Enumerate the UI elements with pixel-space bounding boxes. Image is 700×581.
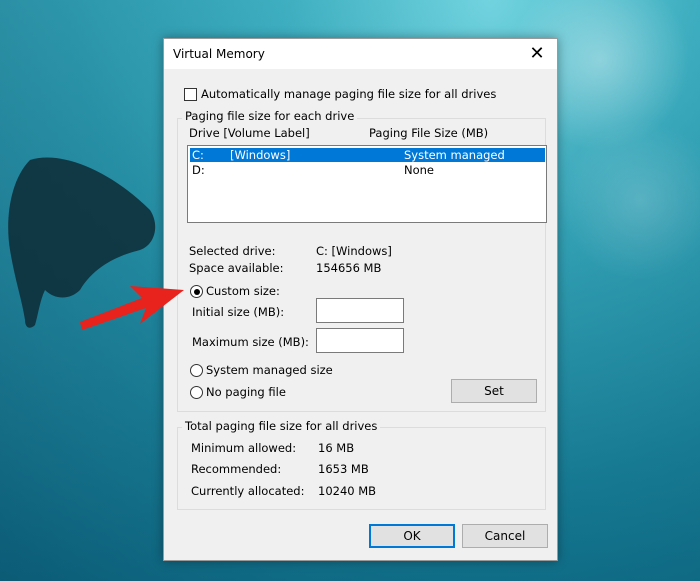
- title-bar: Virtual Memory ✕: [164, 39, 557, 69]
- min-allowed-value: 16 MB: [318, 441, 355, 455]
- maximum-size-input[interactable]: [316, 328, 404, 353]
- selected-drive-value: C: [Windows]: [316, 244, 392, 258]
- space-available-label: Space available:: [189, 261, 284, 275]
- auto-manage-label: Automatically manage paging file size fo…: [201, 87, 497, 101]
- custom-size-label: Custom size:: [206, 284, 280, 298]
- dialog-title: Virtual Memory: [173, 47, 265, 61]
- system-managed-label: System managed size: [206, 363, 333, 377]
- ok-button[interactable]: OK: [369, 524, 455, 548]
- virtual-memory-dialog: Virtual Memory ✕ Automatically manage pa…: [163, 38, 558, 561]
- drive-letter: D:: [192, 163, 205, 177]
- close-button[interactable]: ✕: [517, 39, 557, 69]
- close-icon: ✕: [529, 43, 545, 64]
- no-paging-radio[interactable]: [190, 386, 203, 399]
- total-group-title: Total paging file size for all drives: [182, 419, 381, 433]
- auto-manage-checkbox[interactable]: [184, 88, 197, 101]
- drive-letter: C:: [192, 148, 204, 162]
- drive-paging-size: None: [404, 163, 435, 177]
- no-paging-label: No paging file: [206, 385, 286, 399]
- drive-volume-label: [Windows]: [230, 148, 291, 162]
- min-allowed-label: Minimum allowed:: [191, 441, 297, 455]
- allocated-value: 10240 MB: [318, 484, 377, 498]
- red-arrow-icon: [80, 286, 184, 330]
- cancel-button[interactable]: Cancel: [462, 524, 548, 548]
- system-managed-radio[interactable]: [190, 364, 203, 377]
- list-header-drive: Drive [Volume Label]: [189, 126, 310, 140]
- allocated-label: Currently allocated:: [191, 484, 305, 498]
- set-button[interactable]: Set: [451, 379, 537, 403]
- maximum-size-label: Maximum size (MB):: [192, 335, 309, 349]
- custom-size-radio[interactable]: [190, 285, 203, 298]
- recommended-value: 1653 MB: [318, 462, 369, 476]
- selected-drive-label: Selected drive:: [189, 244, 276, 258]
- list-header-size: Paging File Size (MB): [369, 126, 489, 140]
- initial-size-input[interactable]: [316, 298, 404, 323]
- drive-row-c[interactable]: C: [Windows] System managed: [190, 148, 545, 162]
- drive-paging-size: System managed: [404, 148, 505, 162]
- space-available-value: 154656 MB: [316, 261, 382, 275]
- recommended-label: Recommended:: [191, 462, 282, 476]
- drive-row-d[interactable]: D: None: [190, 163, 545, 177]
- paging-group-title: Paging file size for each drive: [182, 109, 358, 123]
- initial-size-label: Initial size (MB):: [192, 305, 285, 319]
- drive-list[interactable]: C: [Windows] System managed D: None: [187, 145, 547, 223]
